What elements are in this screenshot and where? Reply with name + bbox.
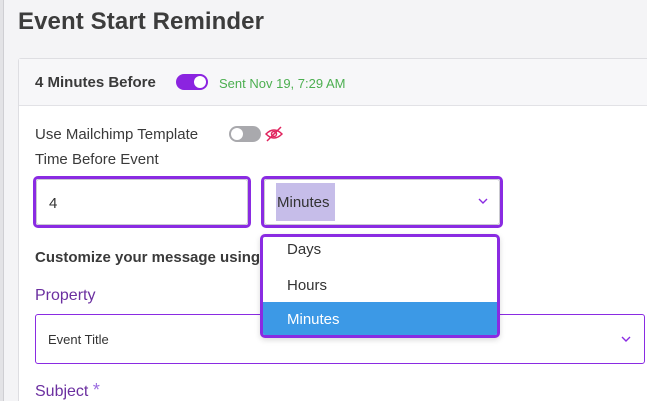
toggle-knob xyxy=(231,128,243,140)
subject-label-text: Subject xyxy=(35,383,89,400)
time-before-label: Time Before Event xyxy=(35,151,159,168)
unit-dropdown-menu: Days Hours Minutes xyxy=(260,234,500,338)
window-edge xyxy=(0,0,4,401)
mailchimp-label: Use Mailchimp Template xyxy=(35,126,199,143)
sent-status: Sent Nov 19, 7:29 AM xyxy=(219,76,346,91)
property-select-value: Event Title xyxy=(48,332,109,347)
toggle-knob xyxy=(194,76,206,88)
chevron-down-icon xyxy=(621,336,631,342)
customize-label: Customize your message using xyxy=(35,249,261,266)
subject-label: Subject * xyxy=(35,380,100,401)
reminder-enabled-toggle[interactable] xyxy=(176,74,208,90)
mailchimp-toggle[interactable] xyxy=(229,126,261,142)
property-label: Property xyxy=(35,287,96,304)
time-input-highlight xyxy=(33,176,251,228)
reminder-title: 4 Minutes Before xyxy=(35,74,156,91)
required-mark: * xyxy=(92,380,100,400)
unit-option-days[interactable]: Days xyxy=(263,237,497,267)
eye-off-icon[interactable] xyxy=(265,126,283,142)
unit-option-hours[interactable]: Hours xyxy=(263,268,497,303)
unit-select-highlight xyxy=(261,176,503,228)
unit-option-minutes[interactable]: Minutes xyxy=(263,302,497,335)
page-title: Event Start Reminder xyxy=(18,8,265,35)
reminder-header[interactable]: 4 Minutes Before Sent Nov 19, 7:29 AM xyxy=(19,59,647,106)
